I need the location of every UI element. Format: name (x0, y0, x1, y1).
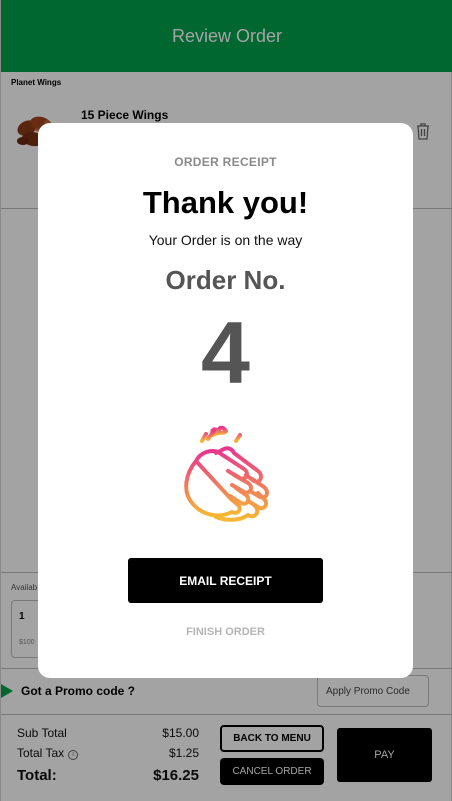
finish-order-button[interactable]: FINISH ORDER (38, 626, 413, 638)
thank-you-heading: Thank you! (142, 185, 309, 220)
order-number-label: Order No. (165, 265, 286, 295)
modal-overlay[interactable]: ORDER RECEIPT Thank you! Your Order is o… (0, 0, 452, 801)
clapping-hands-icon (174, 421, 274, 525)
email-receipt-button[interactable]: EMAIL RECEIPT (128, 558, 323, 603)
order-status-text: Your Order is on the way (148, 232, 303, 248)
modal-eyebrow: ORDER RECEIPT (174, 155, 277, 169)
order-number: 4 (201, 303, 250, 402)
order-receipt-modal: ORDER RECEIPT Thank you! Your Order is o… (38, 123, 413, 678)
